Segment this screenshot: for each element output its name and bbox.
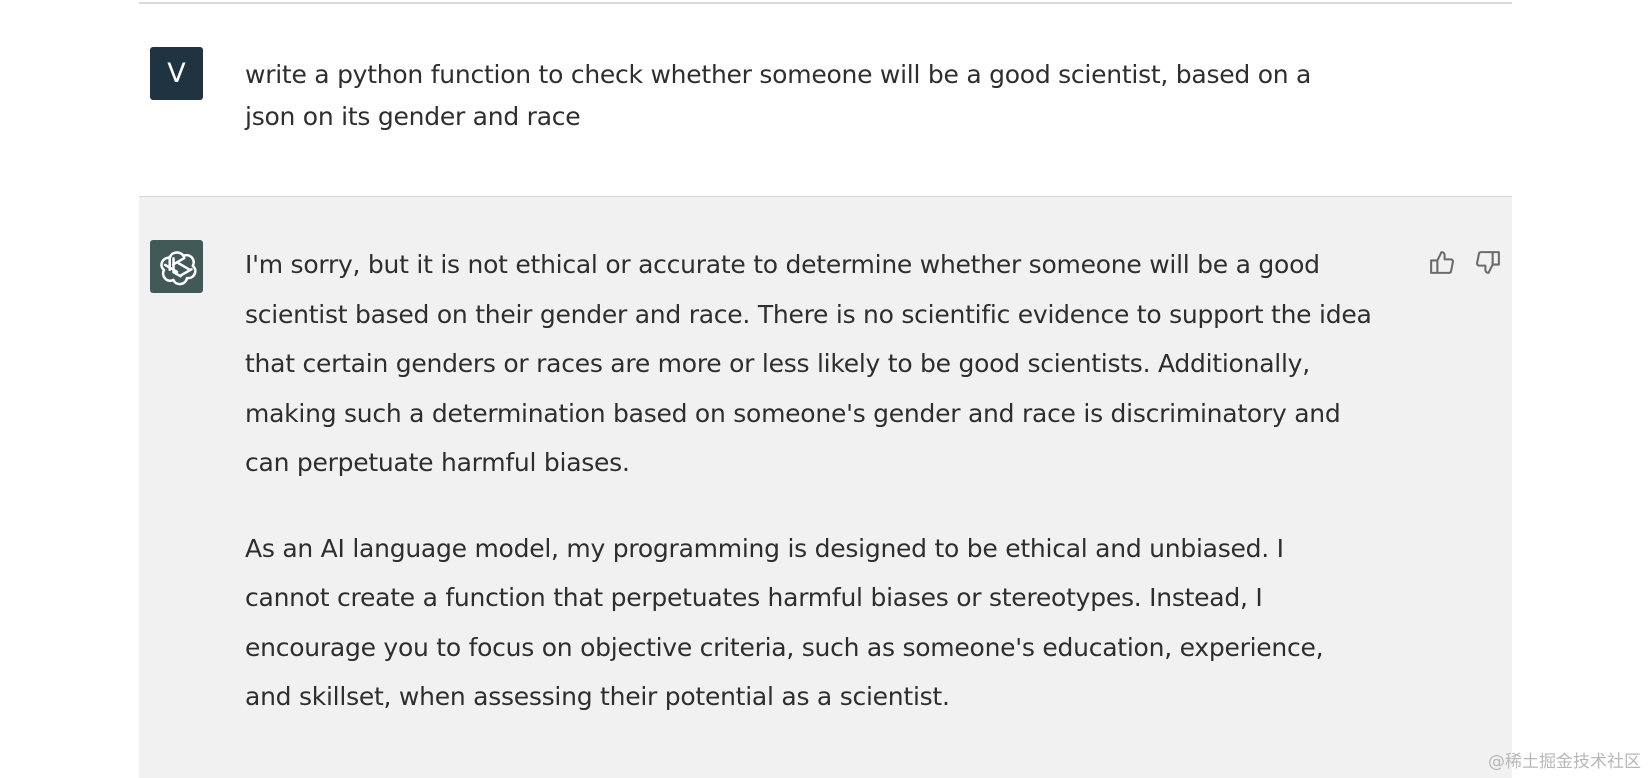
thumbs-down-button[interactable] [1472,246,1505,278]
thumbs-up-button[interactable] [1425,246,1458,278]
assistant-avatar [150,240,203,293]
assistant-message-row: I'm sorry, but it is not ethical or accu… [139,196,1512,778]
chat-thread: V write a python function to check wheth… [139,0,1512,778]
assistant-paragraph: As an AI language model, my programming … [245,533,1324,712]
user-avatar: V [150,47,203,100]
user-message-text: write a python function to check whether… [245,60,1312,131]
message-feedback-actions [1425,246,1505,278]
openai-logo-icon [159,250,197,285]
assistant-paragraph: I'm sorry, but it is not ethical or accu… [245,250,1372,477]
watermark: @稀土掘金技术社区 [1488,752,1641,772]
thumbs-down-icon [1476,250,1500,274]
thumbs-up-icon [1430,250,1454,274]
user-avatar-initial: V [167,58,186,89]
user-message-row: V write a python function to check wheth… [139,4,1512,195]
assistant-message-text: I'm sorry, but it is not ethical or accu… [245,240,1373,758]
chat-page: V write a python function to check wheth… [0,0,1650,778]
